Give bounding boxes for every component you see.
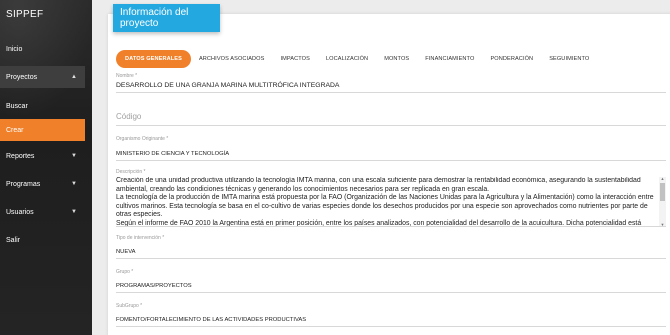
tab-montos[interactable]: MONTOS bbox=[376, 50, 417, 68]
nombre-label: Nombre * bbox=[116, 73, 138, 79]
tab-localizacion[interactable]: LOCALIZACIÓN bbox=[318, 50, 376, 68]
subgrupo-label: SubGrupo * bbox=[116, 303, 143, 309]
sidebar-item-label: Inicio bbox=[6, 45, 23, 53]
descripcion-scrollbar[interactable]: ▲ ▼ bbox=[659, 177, 666, 227]
sidebar-item-label: Buscar bbox=[6, 102, 28, 110]
tipo-select[interactable]: NUEVA bbox=[116, 249, 666, 259]
tab-archivos-asociados[interactable]: ARCHIVOS ASOCIADOS bbox=[191, 50, 273, 68]
tipo-field: Tipo de intervención * NUEVA bbox=[116, 235, 666, 259]
codigo-field: Código bbox=[116, 112, 666, 126]
subgrupo-select[interactable]: FOMENTO/FORTALECIMIENTO DE LAS ACTIVIDAD… bbox=[116, 317, 666, 327]
tab-datos-generales[interactable]: DATOS GENERALES bbox=[116, 50, 191, 68]
sidebar-item-reportes[interactable]: Reportes ▼ bbox=[0, 145, 85, 167]
sidebar-item-inicio[interactable]: Inicio bbox=[0, 38, 85, 60]
sidebar-item-label: Crear bbox=[6, 126, 24, 134]
tab-ponderacion[interactable]: PONDERACIÓN bbox=[482, 50, 541, 68]
codigo-input[interactable]: Código bbox=[116, 112, 666, 126]
sidebar-item-label: Usuarios bbox=[6, 208, 34, 216]
sidebar: SIPPEF Inicio Proyectos ▲ Buscar Crear R… bbox=[0, 0, 92, 335]
tab-financiamiento[interactable]: FINANCIAMIENTO bbox=[417, 50, 482, 68]
chevron-down-icon: ▼ bbox=[71, 209, 77, 215]
tipo-label: Tipo de intervención * bbox=[116, 235, 165, 241]
sidebar-item-programas[interactable]: Programas ▼ bbox=[0, 173, 85, 195]
grupo-select[interactable]: PROGRAMAS/PROYECTOS bbox=[116, 283, 666, 293]
nombre-field: Nombre * DESARROLLO DE UNA GRANJA MARINA… bbox=[116, 73, 666, 93]
scroll-up-icon[interactable]: ▲ bbox=[660, 177, 665, 181]
chevron-up-icon: ▲ bbox=[71, 74, 77, 80]
tab-impactos[interactable]: IMPACTOS bbox=[272, 50, 318, 68]
nombre-input[interactable]: DESARROLLO DE UNA GRANJA MARINA MULTITRÓ… bbox=[116, 82, 666, 93]
descripcion-field-label: Descripción * bbox=[116, 169, 666, 175]
sidebar-item-buscar[interactable]: Buscar bbox=[0, 95, 85, 117]
grupo-label: Grupo * bbox=[116, 269, 134, 275]
scroll-thumb[interactable] bbox=[660, 183, 665, 201]
chevron-down-icon: ▼ bbox=[71, 153, 77, 159]
tab-bar: DATOS GENERALES ARCHIVOS ASOCIADOS IMPAC… bbox=[116, 50, 597, 68]
subgrupo-field: SubGrupo * FOMENTO/FORTALECIMIENTO DE LA… bbox=[116, 303, 666, 327]
sidebar-item-label: Programas bbox=[6, 180, 41, 188]
tab-seguimiento[interactable]: SEGUIMIENTO bbox=[541, 50, 597, 68]
app-brand: SIPPEF bbox=[6, 9, 44, 20]
sidebar-item-salir[interactable]: Salir bbox=[0, 229, 85, 251]
descripcion-label: Descripción * bbox=[116, 169, 146, 175]
grupo-field: Grupo * PROGRAMAS/PROYECTOS bbox=[116, 269, 666, 293]
organismo-input[interactable]: MINISTERIO DE CIENCIA Y TECNOLOGÍA bbox=[116, 151, 666, 161]
sidebar-item-crear[interactable]: Crear bbox=[0, 119, 85, 141]
organismo-label: Organismo Originante * bbox=[116, 136, 169, 142]
sidebar-item-label: Reportes bbox=[6, 152, 35, 160]
sidebar-item-proyectos[interactable]: Proyectos ▲ bbox=[0, 66, 85, 88]
organismo-field: Organismo Originante * MINISTERIO DE CIE… bbox=[116, 136, 666, 161]
sidebar-item-label: Salir bbox=[6, 236, 21, 244]
sidebar-item-label: Proyectos bbox=[6, 73, 38, 81]
descripcion-textarea[interactable]: Creación de una unidad productiva utiliz… bbox=[116, 177, 666, 227]
page-title: Información del proyecto bbox=[113, 4, 220, 32]
descripcion-text: Creación de una unidad productiva utiliz… bbox=[116, 177, 654, 227]
sidebar-item-usuarios[interactable]: Usuarios ▼ bbox=[0, 201, 85, 223]
chevron-down-icon: ▼ bbox=[71, 181, 77, 187]
scroll-down-icon[interactable]: ▼ bbox=[660, 223, 665, 227]
